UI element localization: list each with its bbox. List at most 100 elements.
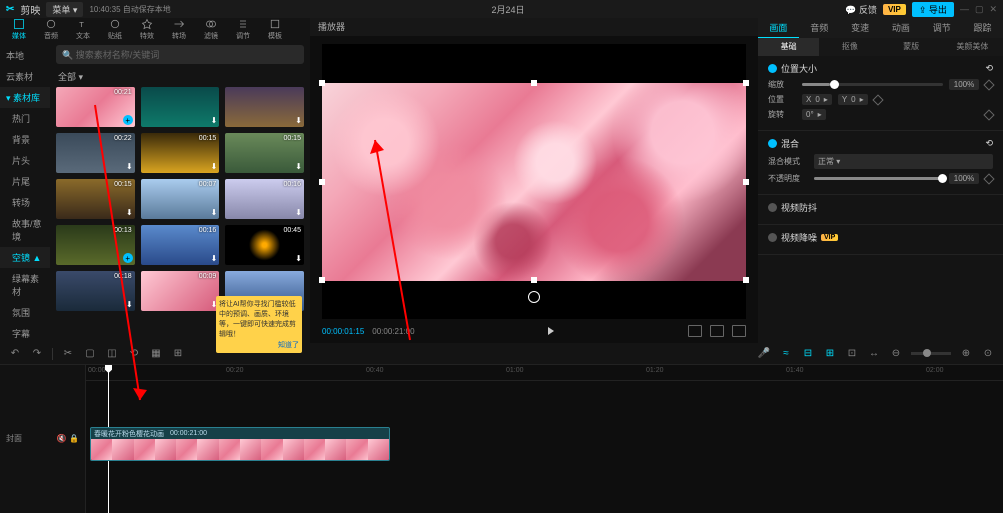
tab-picture[interactable]: 画面 bbox=[758, 18, 799, 38]
thumb-item[interactable]: 00:16⬇ bbox=[141, 225, 220, 265]
subtab-basic[interactable]: 基础 bbox=[758, 38, 819, 56]
thumb-item[interactable]: 00:15⬇ bbox=[56, 179, 135, 219]
tl-icon[interactable]: ⊟ bbox=[801, 347, 815, 361]
tool-transition[interactable]: 转场 bbox=[168, 18, 190, 41]
scale-slider[interactable] bbox=[802, 83, 943, 86]
resize-handle[interactable] bbox=[531, 277, 537, 283]
tab-audio[interactable]: 音频 bbox=[799, 18, 840, 38]
menu-dropdown[interactable]: 菜单 ▾ bbox=[46, 2, 83, 17]
close-button[interactable]: ✕ bbox=[989, 4, 997, 15]
tab-adjust[interactable]: 调节 bbox=[921, 18, 962, 38]
keyframe-icon[interactable] bbox=[872, 94, 883, 105]
tab-track[interactable]: 跟踪 bbox=[962, 18, 1003, 38]
cat-story[interactable]: 故事/意境 bbox=[0, 213, 50, 247]
download-icon[interactable]: ⬇ bbox=[211, 116, 218, 125]
delete-button[interactable]: ▢ bbox=[83, 347, 97, 361]
zoom-in-button[interactable]: ⊕ bbox=[959, 347, 973, 361]
filter-dropdown[interactable]: 全部 ▾ bbox=[50, 68, 310, 85]
zoom-slider[interactable] bbox=[911, 352, 951, 355]
tool-text[interactable]: T文本 bbox=[72, 18, 94, 41]
ratio-button[interactable] bbox=[688, 325, 702, 337]
feedback-button[interactable]: 💬 反馈 bbox=[845, 3, 877, 16]
toggle-icon[interactable] bbox=[768, 64, 777, 73]
thumb-item[interactable]: 00:15⬇ bbox=[141, 133, 220, 173]
opacity-slider[interactable] bbox=[814, 177, 943, 180]
keyframe-icon[interactable] bbox=[983, 173, 994, 184]
timeline-clip[interactable]: 春暖花开粉色樱花动画00:00:21:00 bbox=[90, 427, 390, 461]
tool-sticker[interactable]: 贴纸 bbox=[104, 18, 126, 41]
cat-bg[interactable]: 背景 bbox=[0, 129, 50, 150]
scale-value[interactable]: 100% bbox=[949, 79, 979, 90]
resize-handle[interactable] bbox=[319, 277, 325, 283]
lock-icon[interactable]: 🔇 🔒 bbox=[57, 434, 79, 443]
track-cover[interactable]: 封面🔇 🔒 bbox=[0, 427, 85, 449]
tl-icon[interactable]: ↔ bbox=[867, 347, 881, 361]
tl-icon[interactable]: ▦ bbox=[149, 347, 163, 361]
keyframe-icon[interactable] bbox=[983, 109, 994, 120]
resize-handle[interactable] bbox=[743, 80, 749, 86]
subtab-mask[interactable]: 蒙版 bbox=[881, 38, 942, 56]
tool-effect[interactable]: 特效 bbox=[136, 18, 158, 41]
thumb-item[interactable]: 00:15⬇ bbox=[225, 133, 304, 173]
vip-badge[interactable]: VIP bbox=[883, 4, 906, 15]
tab-speed[interactable]: 变速 bbox=[840, 18, 881, 38]
preview-stage[interactable] bbox=[322, 44, 746, 319]
thumb-item[interactable]: 00:22⬇ bbox=[56, 133, 135, 173]
thumb-item[interactable]: 00:16⬇ bbox=[225, 179, 304, 219]
blend-mode-select[interactable]: 正常 ▾ bbox=[814, 154, 993, 169]
reset-icon[interactable]: ⟲ bbox=[985, 138, 993, 149]
side-tab-local[interactable]: 本地 bbox=[0, 45, 50, 66]
cat-sub[interactable]: 字幕 bbox=[0, 323, 50, 344]
rotate-handle[interactable] bbox=[528, 291, 540, 303]
keyframe-icon[interactable] bbox=[983, 79, 994, 90]
tool-template[interactable]: 模板 bbox=[264, 18, 286, 41]
more-button[interactable] bbox=[732, 325, 746, 337]
resize-handle[interactable] bbox=[319, 80, 325, 86]
pos-x-input[interactable]: X 0 ▸ bbox=[802, 94, 832, 105]
minimize-button[interactable]: — bbox=[960, 4, 969, 14]
cat-empty[interactable]: 空镜 ▲ bbox=[0, 247, 50, 268]
toggle-icon[interactable] bbox=[768, 203, 777, 212]
zoom-out-button[interactable]: ⊖ bbox=[889, 347, 903, 361]
thumb-item[interactable]: ⬇ bbox=[141, 87, 220, 127]
toggle-icon[interactable] bbox=[768, 139, 777, 148]
tab-anim[interactable]: 动画 bbox=[880, 18, 921, 38]
tooltip-ok[interactable]: 知道了 bbox=[219, 340, 299, 350]
pos-y-input[interactable]: Y 0 ▸ bbox=[838, 94, 868, 105]
split-button[interactable]: ✂ bbox=[61, 347, 75, 361]
tl-icon[interactable]: ⊡ bbox=[845, 347, 859, 361]
tl-icon[interactable]: ⊙ bbox=[981, 347, 995, 361]
thumb-item[interactable]: 00:07⬇ bbox=[141, 179, 220, 219]
cat-green[interactable]: 绿幕素材 bbox=[0, 268, 50, 302]
undo-button[interactable]: ↶ bbox=[8, 347, 22, 361]
timeline-ruler[interactable]: 00:00 00:20 00:40 01:00 01:20 01:40 02:0… bbox=[86, 365, 1003, 381]
resize-handle[interactable] bbox=[743, 179, 749, 185]
rotation-input[interactable]: 0° ▸ bbox=[802, 109, 826, 120]
subtab-cutout[interactable]: 抠像 bbox=[819, 38, 880, 56]
tool-adjust[interactable]: 调节 bbox=[232, 18, 254, 41]
cat-mood[interactable]: 氛围 bbox=[0, 302, 50, 323]
cat-trans[interactable]: 转场 bbox=[0, 192, 50, 213]
cat-intro[interactable]: 片头 bbox=[0, 150, 50, 171]
export-button[interactable]: ⇪ 导出 bbox=[912, 2, 954, 17]
thumb-item[interactable]: 00:13+ bbox=[56, 225, 135, 265]
subtab-beauty[interactable]: 美颜美体 bbox=[942, 38, 1003, 56]
add-icon[interactable]: + bbox=[123, 115, 133, 125]
side-tab-cloud[interactable]: 云素材 bbox=[0, 66, 50, 87]
thumb-item[interactable]: 00:18⬇ bbox=[56, 271, 135, 311]
timeline-area[interactable]: 00:00 00:20 00:40 01:00 01:20 01:40 02:0… bbox=[86, 365, 1003, 513]
tl-icon[interactable]: ⟲ bbox=[127, 347, 141, 361]
tl-icon[interactable]: ⊞ bbox=[171, 347, 185, 361]
opacity-value[interactable]: 100% bbox=[949, 173, 979, 184]
mic-button[interactable]: 🎤 bbox=[757, 347, 771, 361]
thumb-item[interactable]: 00:09⬇ bbox=[141, 271, 220, 311]
thumb-item[interactable]: ⬇ bbox=[225, 87, 304, 127]
tool-audio[interactable]: 音频 bbox=[40, 18, 62, 41]
tool-media[interactable]: 媒体 bbox=[8, 18, 30, 41]
fullscreen-button[interactable] bbox=[710, 325, 724, 337]
resize-handle[interactable] bbox=[743, 277, 749, 283]
thumb-item[interactable]: 00:21+ bbox=[56, 87, 135, 127]
resize-handle[interactable] bbox=[319, 179, 325, 185]
thumb-item[interactable]: 00:45⬇ bbox=[225, 225, 304, 265]
play-button[interactable] bbox=[548, 327, 554, 335]
